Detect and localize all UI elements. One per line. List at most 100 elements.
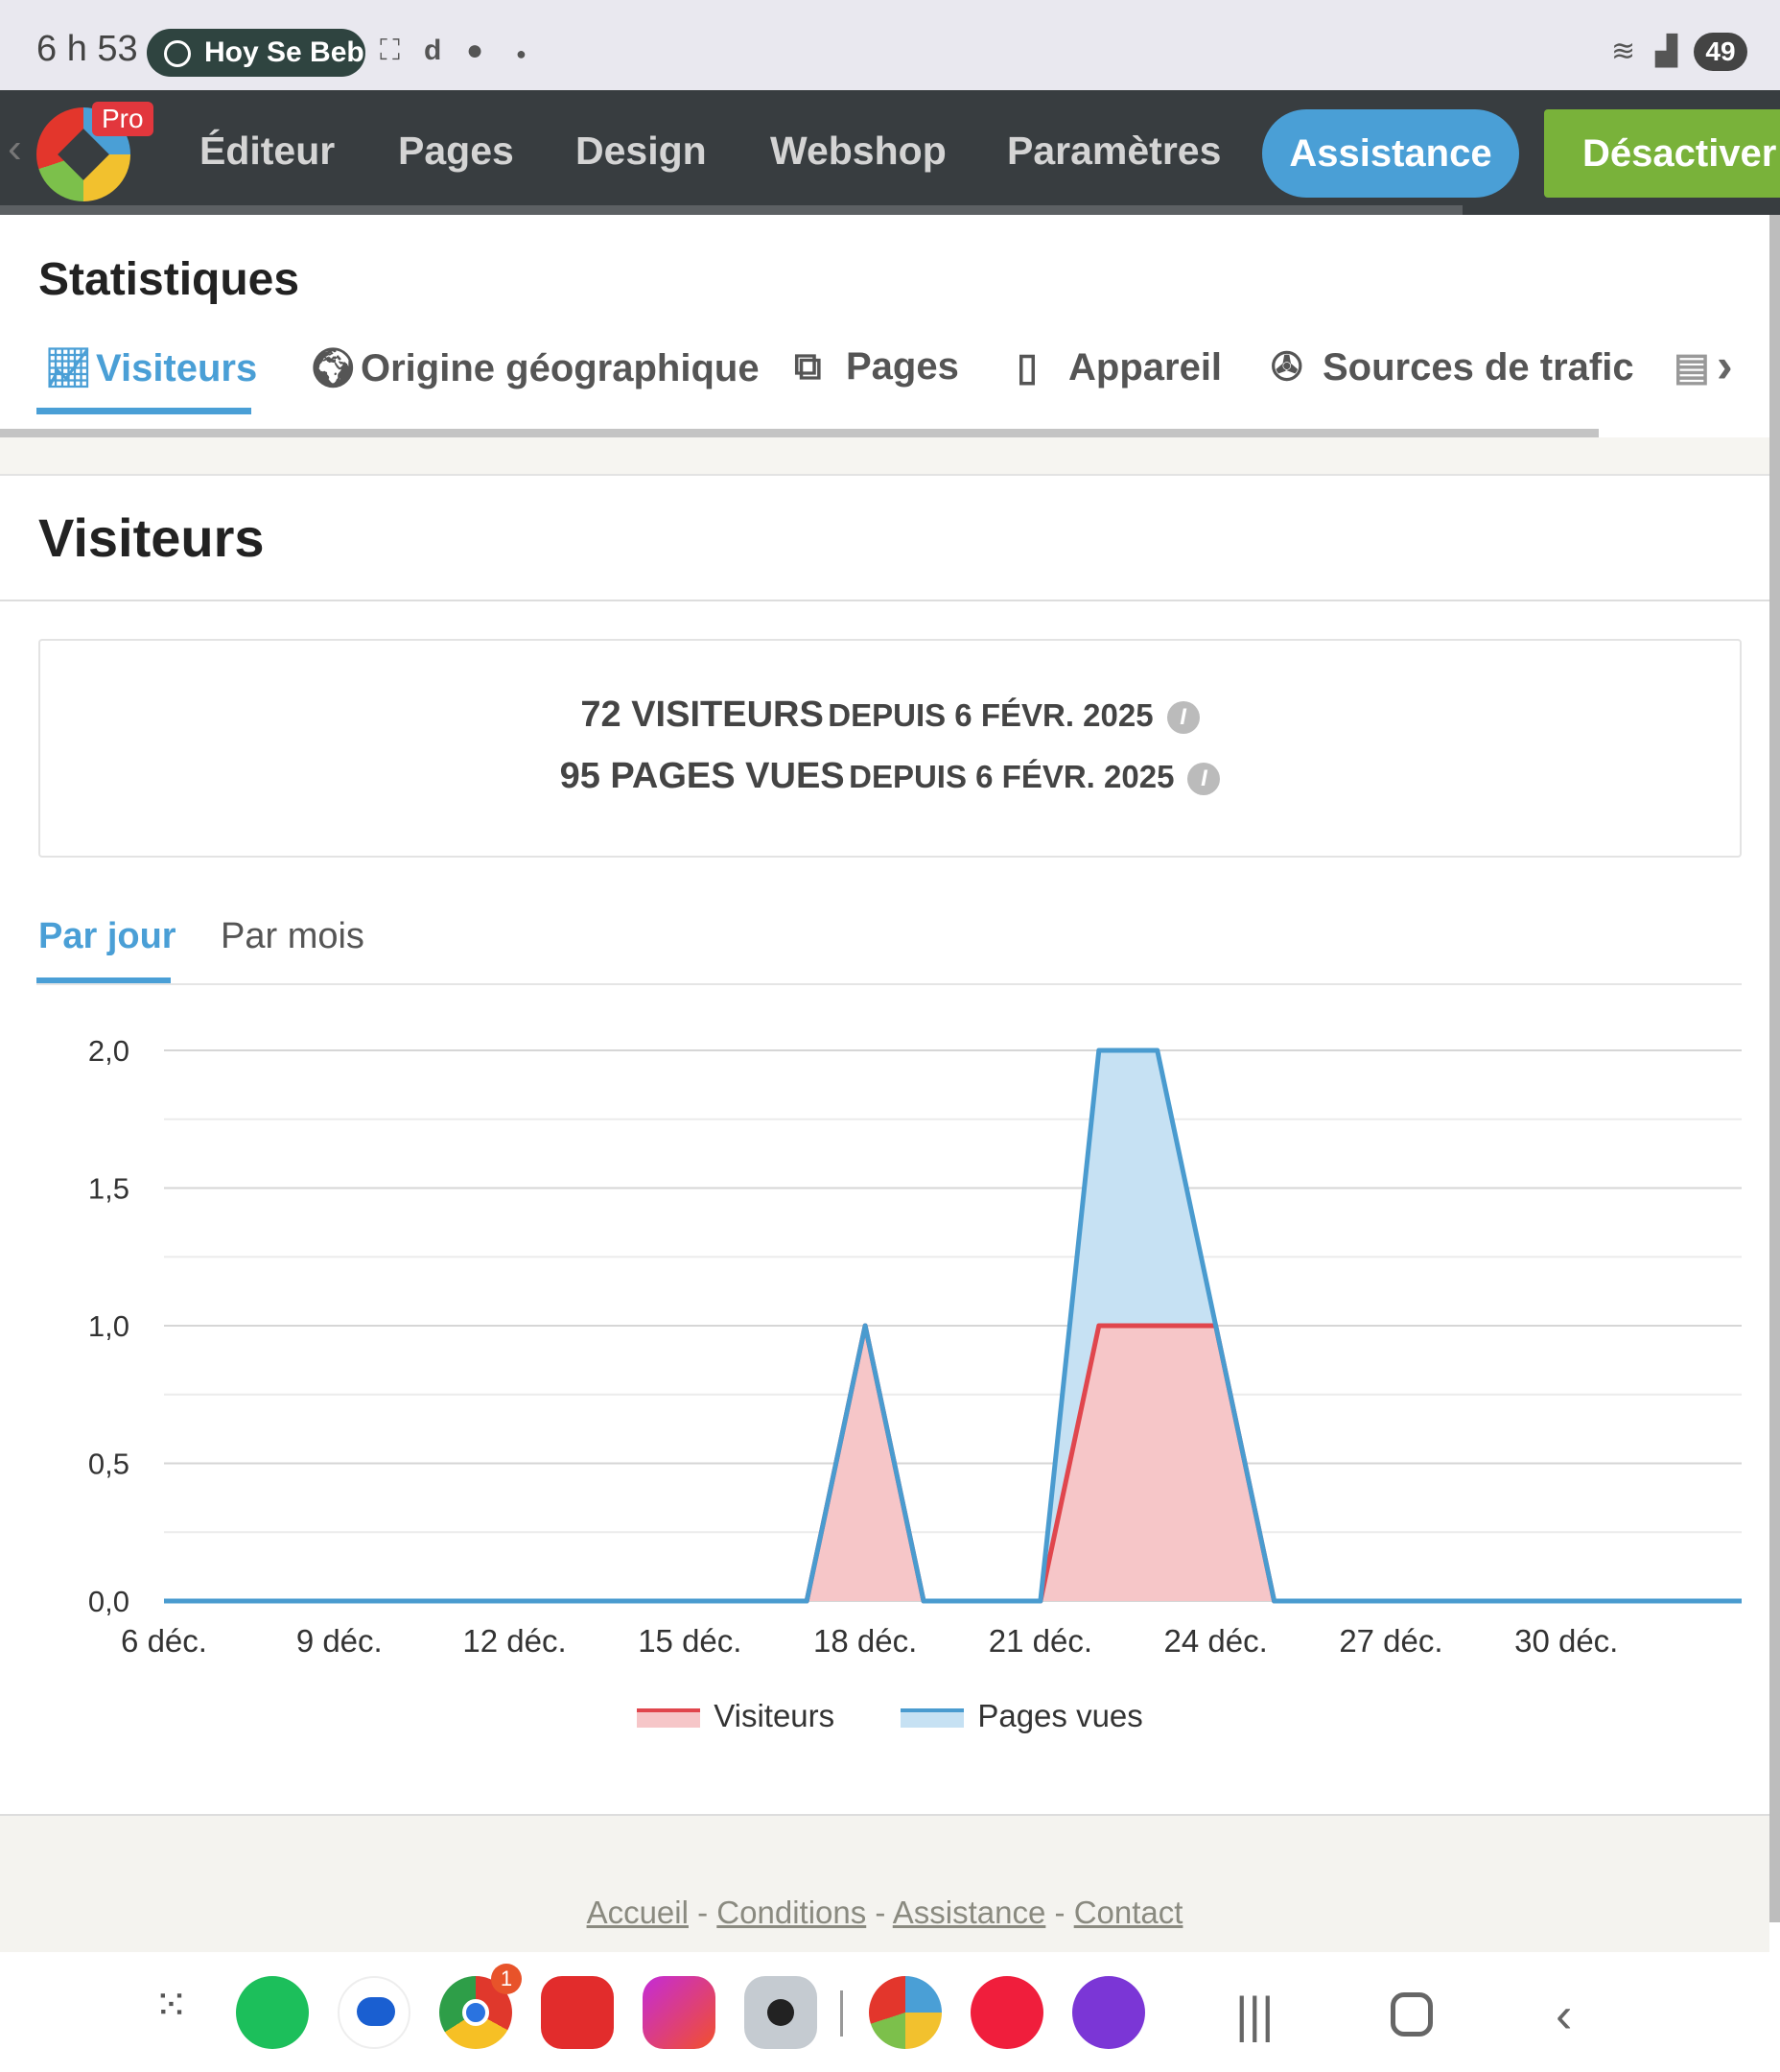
battery-indicator: 49 [1694, 33, 1747, 71]
taskbar: ⁙ 1 ||| ‹ [0, 1952, 1780, 2072]
dock-divider [840, 1990, 843, 2037]
recents-button-icon[interactable]: ||| [1235, 1987, 1275, 2044]
nav-design[interactable]: Design [575, 129, 707, 174]
y-tick-label: 1,5 [88, 1172, 129, 1206]
pages-icon: ⧉ [794, 345, 822, 388]
x-tick-label: 27 déc. [1339, 1623, 1442, 1659]
y-tick-label: 1,0 [88, 1309, 129, 1343]
nav-scrollbar[interactable] [0, 205, 1463, 215]
nav-pages[interactable]: Pages [398, 129, 514, 174]
active-period-indicator [36, 977, 171, 983]
nav-editeur[interactable]: Éditeur [199, 129, 335, 174]
legend-swatch [901, 1708, 965, 1729]
y-tick-label: 0,5 [88, 1448, 129, 1481]
x-tick-label: 15 déc. [638, 1623, 741, 1659]
tab-appareil[interactable]: ▯ Appareil [1017, 345, 1222, 389]
tab-origine[interactable]: 🌍︎Origine géographique [309, 345, 760, 390]
home-button-icon[interactable] [1391, 1992, 1433, 2037]
more-tab-icon[interactable]: ▤ [1674, 345, 1710, 389]
mobile-icon: ▯ [1017, 346, 1039, 388]
page-scrollbar[interactable] [1769, 215, 1780, 1922]
legend-pages-vues[interactable]: Pages vues [901, 1698, 1143, 1734]
tab-label: Sources de trafic [1323, 346, 1634, 388]
back-button-icon[interactable]: ‹ [1556, 1987, 1572, 2044]
visitors-chart: 0,0 0,5 1,0 1,5 2,0 6 déc. 9 déc. 12 déc. 15 déc… [88, 1034, 1742, 1659]
visitors-since: depuis 6 févr. 2025 [828, 697, 1154, 733]
clock: 6 h 53 [36, 29, 138, 69]
footer: Accueil - Conditions - Assistance - Cont… [0, 1816, 1769, 1952]
footer-link-conditions[interactable]: Conditions [716, 1895, 866, 1930]
notes-app-icon[interactable] [541, 1976, 614, 2049]
legend-swatch [637, 1708, 701, 1729]
tab-visiteurs[interactable]: 📈︎Visiteurs [44, 345, 257, 390]
screenshot-icon: ⛶ [380, 35, 400, 66]
x-tick-label: 6 déc. [121, 1623, 207, 1659]
nav-parametres[interactable]: Paramètres [1007, 129, 1221, 174]
separator: - [1054, 1895, 1066, 1930]
scroll-right-icon[interactable]: › [1717, 338, 1733, 393]
tab-label: Pages [846, 345, 959, 388]
summary-box: 72 visiteurs depuis 6 févr. 2025 i 95 pag… [38, 639, 1742, 858]
tab-par-mois[interactable]: Par mois [221, 916, 364, 957]
tab-sources[interactable]: ✇ Sources de trafic [1271, 345, 1634, 389]
dot-icon: ● [516, 44, 527, 63]
pages-since: depuis 6 févr. 2025 [849, 759, 1175, 794]
separator: - [697, 1895, 709, 1930]
wifi-icon: ≋ [1611, 35, 1636, 67]
pro-badge: Pro [92, 102, 153, 136]
tab-label: Origine géographique [361, 347, 760, 389]
tab-label: Appareil [1068, 346, 1223, 388]
pages-count: 95 pages vues [559, 756, 845, 796]
x-tick-label: 18 déc. [813, 1623, 917, 1659]
pages-summary: 95 pages vues depuis 6 févr. 2025 i [40, 756, 1740, 797]
info-icon[interactable]: i [1187, 763, 1221, 795]
signal-icon: ▟ [1655, 35, 1678, 67]
section-band [0, 437, 1769, 476]
app-drawer-icon[interactable]: ⁙ [153, 1981, 189, 2030]
footer-link-assistance[interactable]: Assistance [893, 1895, 1046, 1930]
phone-app-icon[interactable] [236, 1976, 309, 2049]
media-pill[interactable]: Hoy Se Bebe [147, 29, 365, 77]
divider [0, 600, 1769, 601]
deactivate-button[interactable]: Désactiver [1544, 109, 1780, 198]
footer-link-accueil[interactable]: Accueil [587, 1895, 689, 1930]
notification-badge: 1 [491, 1964, 522, 1994]
x-tick-label: 21 déc. [989, 1623, 1092, 1659]
x-tick-label: 30 déc. [1514, 1623, 1618, 1659]
visitors-summary: 72 visiteurs depuis 6 févr. 2025 i [40, 695, 1740, 736]
messages-app-icon[interactable] [338, 1976, 410, 2049]
x-tick-label: 9 déc. [296, 1623, 383, 1659]
legend-visiteurs[interactable]: Visiteurs [637, 1698, 834, 1734]
tabs-scrollbar[interactable] [0, 429, 1599, 437]
line-chart-icon: 📈︎ [44, 347, 93, 389]
legend-label: Pages vues [977, 1698, 1143, 1733]
separator: - [875, 1895, 886, 1930]
x-tick-label: 24 déc. [1164, 1623, 1268, 1659]
top-nav: ‹ Pro Éditeur Pages Design Webshop Param… [0, 90, 1780, 215]
tab-par-jour[interactable]: Par jour [38, 916, 176, 957]
gallery-app-icon[interactable] [643, 1976, 715, 2049]
y-tick-label: 0,0 [88, 1585, 129, 1618]
status-bar: 6 h 53 Hoy Se Bebe ⛶ d ● ● ≋ ▟ 49 [0, 0, 1780, 90]
page-title: Statistiques [38, 254, 300, 305]
visitors-count: 72 visiteurs [580, 695, 824, 735]
section-title: Visiteurs [38, 507, 265, 568]
y-tick-label: 2,0 [88, 1034, 129, 1068]
x-tick-label: 12 déc. [462, 1623, 566, 1659]
tab-pages[interactable]: ⧉ Pages [794, 345, 959, 388]
tab-label: Visiteurs [96, 347, 258, 389]
chat-app-icon[interactable] [1072, 1976, 1145, 2049]
chart-legend: Visiteurs Pages vues [0, 1698, 1780, 1734]
camera-app-icon[interactable] [744, 1976, 817, 2049]
app-d-icon: d [424, 35, 442, 66]
music-app-icon[interactable] [971, 1976, 1043, 2049]
scroll-left-icon[interactable]: ‹ [8, 125, 22, 173]
info-icon[interactable]: i [1166, 701, 1200, 734]
globe-icon: 🌍︎ [309, 347, 358, 389]
site-app-icon[interactable] [869, 1976, 942, 2049]
assistance-button[interactable]: Assistance [1262, 109, 1519, 198]
footer-link-contact[interactable]: Contact [1074, 1895, 1183, 1930]
active-tab-indicator [36, 408, 251, 414]
period-tabs-line [36, 983, 1742, 985]
nav-webshop[interactable]: Webshop [770, 129, 947, 174]
